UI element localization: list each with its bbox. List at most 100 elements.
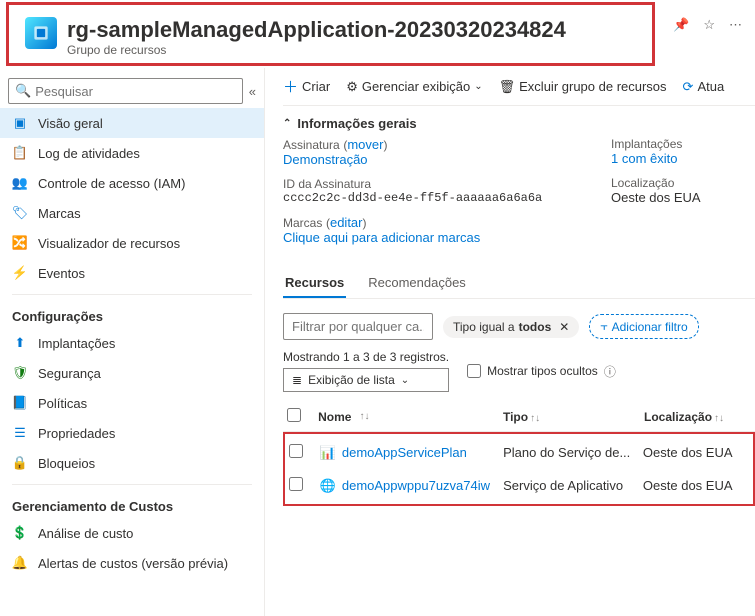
sidebar-item-label: Marcas [38, 206, 81, 221]
sidebar-item-label: Bloqueios [38, 456, 95, 471]
sidebar-item-locks[interactable]: 🔒 Bloqueios [0, 448, 264, 478]
column-header-location[interactable]: Localização↑↓ [644, 410, 751, 424]
pin-icon[interactable]: 📌 [673, 17, 689, 33]
table-row[interactable]: 📊 demoAppServicePlan Plano do Serviço de… [285, 436, 753, 469]
events-icon: ⚡ [12, 265, 28, 281]
resources-table: Nome↑↓ Tipo↑↓ Localização↑↓ 📊 demoAppSer… [283, 402, 755, 506]
sidebar-item-label: Visão geral [38, 116, 103, 131]
sort-icon: ↑↓ [359, 411, 369, 422]
sidebar-item-overview[interactable]: ▣ Visão geral [0, 108, 264, 138]
app-service-plan-icon: 📊 [320, 445, 336, 461]
toolbar-label: Criar [302, 79, 330, 94]
add-filter-button[interactable]: ⫟ Adicionar filtro [589, 314, 698, 339]
sidebar-item-deployments[interactable]: ⬆ Implantações [0, 328, 264, 358]
page-header: rg-sampleManagedApplication-202303202348… [6, 2, 655, 66]
location-value: Oeste dos EUA [611, 190, 755, 205]
essentials-toggle[interactable]: ⌃ Informações gerais [283, 116, 755, 137]
sidebar: 🔍 « ▣ Visão geral 📋 Log de atividades 👥 … [0, 68, 265, 616]
create-button[interactable]: ＋ Criar [283, 76, 330, 97]
view-mode-dropdown[interactable]: ≣ Exibição de lista ⌄ [283, 368, 449, 392]
sort-icon: ↑↓ [714, 413, 724, 424]
page-subtitle: Grupo de recursos [67, 43, 566, 57]
lock-icon: 🔒 [12, 455, 28, 471]
chevron-up-icon: ⌃ [283, 118, 291, 129]
tab-resources[interactable]: Recursos [283, 269, 346, 298]
resource-group-icon [25, 17, 57, 49]
tabs: Recursos Recomendações [283, 269, 755, 299]
resource-location: Oeste dos EUA [643, 478, 749, 493]
sidebar-item-label: Visualizador de recursos [38, 236, 180, 251]
column-header-type[interactable]: Tipo↑↓ [503, 410, 644, 424]
sidebar-item-cost-analysis[interactable]: 💲 Análise de custo [0, 518, 264, 548]
deployments-label: Implantações [611, 137, 755, 151]
sidebar-item-iam[interactable]: 👥 Controle de acesso (IAM) [0, 168, 264, 198]
sidebar-item-tags[interactable]: 🏷 Marcas [0, 198, 264, 228]
app-service-icon: 🌐 [320, 478, 336, 494]
edit-tags-link[interactable]: editar [330, 215, 363, 230]
divider [12, 294, 252, 295]
resource-name-link[interactable]: demoAppwppu7uzva74iw [342, 478, 490, 493]
favorite-icon[interactable]: ☆ [703, 17, 715, 33]
pill-value: todos [519, 320, 552, 334]
search-input-wrapper[interactable]: 🔍 [8, 78, 243, 104]
table-row[interactable]: 🌐 demoAppwppu7uzva74iw Serviço de Aplica… [285, 469, 753, 502]
sidebar-item-label: Controle de acesso (IAM) [38, 176, 185, 191]
chevron-down-icon: ⌄ [474, 81, 482, 92]
sidebar-header-settings: Configurações [0, 301, 264, 328]
sidebar-item-label: Log de atividades [38, 146, 140, 161]
search-icon: 🔍 [15, 83, 31, 99]
toolbar-label: Gerenciar exibição [362, 79, 470, 94]
pill-prefix: Tipo igual a [453, 320, 515, 334]
sidebar-item-activity-log[interactable]: 📋 Log de atividades [0, 138, 264, 168]
sidebar-item-label: Implantações [38, 336, 115, 351]
essentials-section: ⌃ Informações gerais Assinatura (mover) … [283, 106, 755, 255]
manage-view-button[interactable]: ⚙ Gerenciar exibição ⌄ [346, 79, 482, 95]
resource-viz-icon: 🔀 [12, 235, 28, 251]
sidebar-header-cost: Gerenciamento de Custos [0, 491, 264, 518]
move-link[interactable]: mover [347, 137, 383, 152]
search-input[interactable] [35, 84, 236, 99]
sidebar-item-properties[interactable]: ☰ Propriedades [0, 418, 264, 448]
subscription-id-label: ID da Assinatura [283, 177, 571, 191]
tab-recommendations[interactable]: Recomendações [366, 269, 468, 298]
refresh-button[interactable]: ⟳ Atua [683, 79, 725, 95]
sidebar-item-label: Segurança [38, 366, 101, 381]
cost-analysis-icon: 💲 [12, 525, 28, 541]
sidebar-item-resource-visualizer[interactable]: 🔀 Visualizador de recursos [0, 228, 264, 258]
row-checkbox[interactable] [289, 444, 303, 458]
add-tags-link[interactable]: Clique aqui para adicionar marcas [283, 230, 571, 245]
resource-name-link[interactable]: demoAppServicePlan [342, 445, 467, 460]
show-hidden-checkbox[interactable] [467, 364, 481, 378]
type-filter-pill[interactable]: Tipo igual a todos ✕ [443, 316, 579, 338]
column-header-name[interactable]: Nome↑↓ [318, 410, 503, 424]
sidebar-item-events[interactable]: ⚡ Eventos [0, 258, 264, 288]
sidebar-item-policies[interactable]: 📘 Políticas [0, 388, 264, 418]
resource-type: Plano do Serviço de... [503, 445, 643, 460]
overview-icon: ▣ [12, 115, 28, 131]
resource-type: Serviço de Aplicativo [503, 478, 643, 493]
resource-location: Oeste dos EUA [643, 445, 749, 460]
sidebar-item-security[interactable]: 🛡 Segurança [0, 358, 264, 388]
results-summary-row: Mostrando 1 a 3 de 3 registros. ≣ Exibiç… [283, 350, 755, 392]
filter-row: Tipo igual a todos ✕ ⫟ Adicionar filtro [283, 313, 755, 340]
toolbar-label: Excluir grupo de recursos [519, 79, 666, 94]
view-mode-label: Exibição de lista [308, 373, 395, 387]
location-label: Localização [611, 176, 755, 190]
sort-icon: ↑↓ [530, 413, 540, 424]
more-icon[interactable]: ⋯ [729, 17, 742, 33]
delete-button[interactable]: 🗑 Excluir grupo de recursos [499, 79, 667, 95]
subscription-value[interactable]: Demonstração [283, 152, 571, 167]
add-filter-label: Adicionar filtro [612, 320, 688, 334]
sidebar-item-label: Análise de custo [38, 526, 133, 541]
deployments-value[interactable]: 1 com êxito [611, 151, 755, 166]
sidebar-item-cost-alerts[interactable]: 🔔 Alertas de custos (versão prévia) [0, 548, 264, 578]
close-icon[interactable]: ✕ [559, 320, 569, 334]
row-checkbox[interactable] [289, 477, 303, 491]
info-icon[interactable]: ⓘ [604, 363, 616, 380]
toolbar: ＋ Criar ⚙ Gerenciar exibição ⌄ 🗑 Excluir… [283, 76, 755, 106]
collapse-sidebar-icon[interactable]: « [249, 84, 256, 99]
filter-input[interactable] [283, 313, 433, 340]
log-icon: 📋 [12, 145, 28, 161]
select-all-checkbox[interactable] [287, 408, 301, 422]
properties-icon: ☰ [12, 425, 28, 441]
